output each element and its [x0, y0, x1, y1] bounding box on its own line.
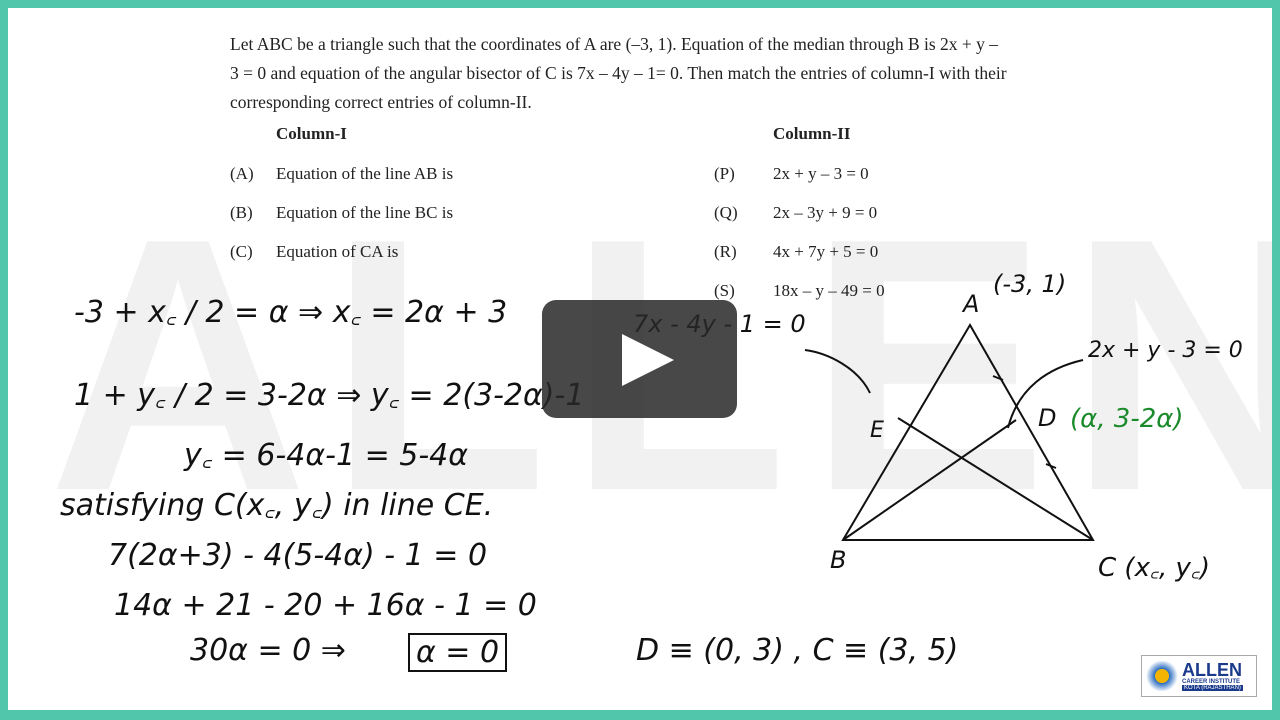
logo-name: ALLEN: [1182, 659, 1242, 680]
label-a: A: [963, 290, 980, 318]
label-b: B: [830, 546, 847, 574]
allen-logo: ALLEN CAREER INSTITUTE KOTA (RAJASTHAN): [1141, 655, 1257, 697]
video-frame: ALLEN Let ABC be a triangle such that th…: [8, 8, 1272, 710]
label-d-coord: (α, 3-2α): [1070, 404, 1184, 434]
logo-line2: CAREER INSTITUTE: [1182, 678, 1241, 685]
label-median-eq: 2x + y - 3 = 0: [1088, 338, 1243, 363]
label-e: E: [870, 418, 884, 443]
logo-line3: KOTA (RAJASTHAN): [1182, 684, 1243, 691]
label-d: D: [1038, 404, 1057, 432]
arrow-bisector: [804, 349, 871, 394]
label-a-coord: (-3, 1): [993, 270, 1067, 298]
bisector-ce: [897, 417, 1094, 541]
logo-emblem-icon: [1145, 661, 1179, 691]
label-c: C (x꜀, y꜀): [1098, 553, 1211, 583]
play-button[interactable]: [542, 300, 737, 418]
